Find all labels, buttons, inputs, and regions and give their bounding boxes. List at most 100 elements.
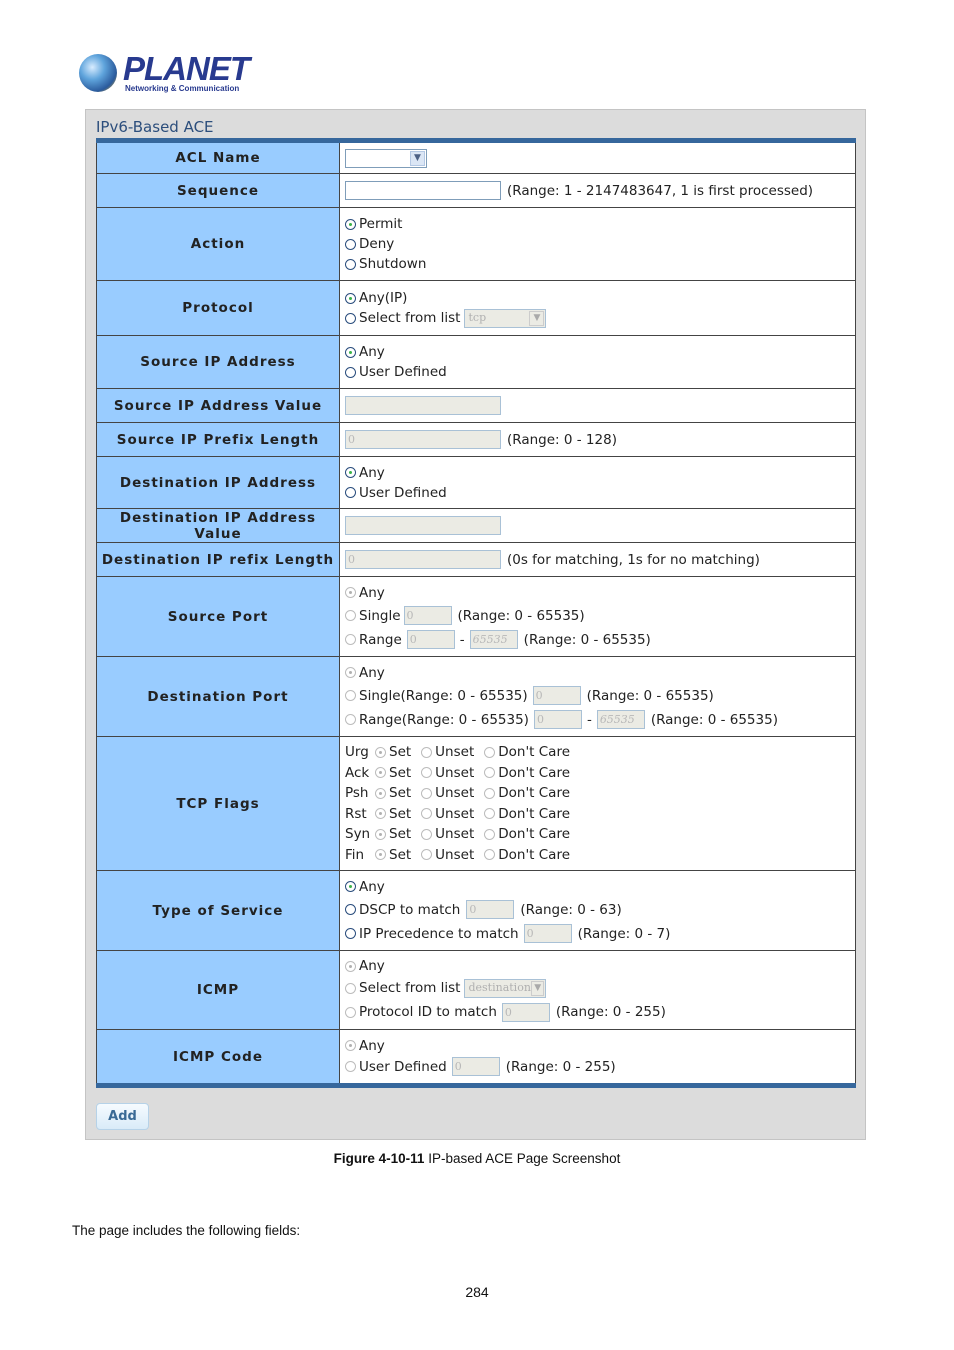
- option-label: Single(Range: 0 - 65535): [359, 687, 528, 704]
- tcp-flag-option-dont-care[interactable]: Don't Care: [484, 763, 570, 783]
- label-destination-ip-address-value: Destination IP Address Value: [96, 508, 340, 543]
- tcp-flag-option-set[interactable]: Set: [375, 804, 411, 824]
- icmp-protocol-note: (Range: 0 - 255): [555, 1004, 666, 1020]
- option-label: Any: [359, 344, 385, 360]
- tcp-flag-option-unset[interactable]: Unset: [421, 824, 474, 844]
- tcp-flag-option-unset[interactable]: Unset: [421, 742, 474, 762]
- radio-deny[interactable]: [345, 238, 356, 250]
- radio-src-ip-user[interactable]: [345, 366, 356, 378]
- add-button[interactable]: Add: [96, 1103, 149, 1130]
- tcp-flag-option-dont-care[interactable]: Don't Care: [484, 742, 570, 762]
- acl-name-select[interactable]: ▼: [345, 148, 427, 168]
- tcp-flag-option-dont-care[interactable]: Don't Care: [484, 824, 570, 844]
- radio-ack-unset[interactable]: [421, 767, 433, 779]
- option-label: DSCP to match: [359, 901, 461, 918]
- radio-ack-set[interactable]: [375, 767, 386, 779]
- action-option-permit[interactable]: Permit: [345, 214, 855, 234]
- radio-src-port-range[interactable]: [345, 634, 356, 645]
- dst-port-range-from-input[interactable]: 0: [533, 710, 582, 729]
- radio-src-ip-any[interactable]: [345, 346, 356, 358]
- radio-urg-set[interactable]: [375, 746, 386, 758]
- tcp-flag-option-unset[interactable]: Unset: [421, 804, 474, 824]
- destination-ip-value-input[interactable]: [345, 516, 501, 535]
- tcp-flag-option-unset[interactable]: Unset: [421, 763, 474, 783]
- radio-src-port-single[interactable]: [345, 610, 356, 621]
- precedence-input[interactable]: 0: [523, 924, 572, 943]
- tcp-flag-option-set[interactable]: Set: [375, 845, 411, 865]
- radio-rst-dont-care[interactable]: [484, 808, 496, 820]
- tcp-flag-option-dont-care[interactable]: Don't Care: [484, 783, 570, 803]
- radio-dst-ip-user[interactable]: [345, 487, 356, 498]
- dst-port-single-note: (Range: 0 - 65535): [586, 687, 714, 704]
- radio-ack-dont-care[interactable]: [484, 767, 496, 779]
- label-source-ip-address-value: Source IP Address Value: [96, 388, 340, 423]
- tcp-flag-option-set[interactable]: Set: [375, 783, 411, 803]
- radio-psh-dont-care[interactable]: [484, 787, 496, 799]
- source-ip-prefix-input[interactable]: 0: [345, 430, 501, 449]
- radio-icmp-list[interactable]: [345, 982, 356, 994]
- tcp-flag-option-unset[interactable]: Unset: [421, 783, 474, 803]
- protocol-select[interactable]: tcp ▼: [464, 308, 547, 328]
- icmp-type-select[interactable]: destination ▼: [464, 978, 547, 998]
- radio-src-port-any[interactable]: [345, 587, 356, 598]
- destination-ip-prefix-note: (0s for matching, 1s for no matching): [507, 551, 760, 568]
- tcp-flag-option-set[interactable]: Set: [375, 824, 411, 844]
- radio-icmp-code-user[interactable]: [345, 1061, 356, 1072]
- src-port-single-input[interactable]: 0: [403, 606, 452, 625]
- action-option-shutdown[interactable]: Shutdown: [345, 254, 855, 274]
- radio-urg-dont-care[interactable]: [484, 746, 496, 758]
- radio-dst-port-single[interactable]: [345, 690, 356, 701]
- action-option-deny[interactable]: Deny: [345, 234, 855, 254]
- radio-tos-any[interactable]: [345, 881, 356, 892]
- radio-syn-dont-care[interactable]: [484, 828, 496, 840]
- tcp-flag-row-urg: Urg Set Unset Don't Care: [345, 742, 855, 763]
- radio-rst-unset[interactable]: [421, 808, 433, 820]
- radio-fin-set[interactable]: [375, 849, 386, 861]
- row-destination-ip-address-value: Destination IP Address Value: [96, 508, 856, 543]
- src-port-range-from-input[interactable]: 0: [406, 630, 455, 649]
- radio-syn-set[interactable]: [375, 828, 386, 840]
- radio-syn-unset[interactable]: [421, 828, 433, 840]
- icmp-protocol-id-input[interactable]: 0: [501, 1002, 550, 1022]
- tcp-flag-option-set[interactable]: Set: [375, 742, 411, 762]
- precedence-note: (Range: 0 - 7): [577, 925, 671, 942]
- option-label: Select from list: [359, 310, 461, 326]
- option-label: Set: [389, 744, 412, 761]
- tcp-flag-option-set[interactable]: Set: [375, 763, 411, 783]
- radio-protocol-any[interactable]: [345, 292, 356, 304]
- row-action: Action Permit Deny Shutdown: [96, 207, 856, 281]
- radio-icmp-protocol-id[interactable]: [345, 1006, 356, 1018]
- radio-dst-port-range[interactable]: [345, 714, 356, 725]
- radio-icmp-any[interactable]: [345, 960, 356, 972]
- radio-rst-set[interactable]: [375, 808, 386, 820]
- radio-fin-unset[interactable]: [421, 849, 433, 861]
- label-protocol: Protocol: [96, 280, 340, 336]
- radio-dst-port-any[interactable]: [345, 667, 356, 678]
- sequence-input[interactable]: [345, 181, 501, 200]
- tcp-flag-option-dont-care[interactable]: Don't Care: [484, 804, 570, 824]
- radio-dst-ip-any[interactable]: [345, 467, 356, 478]
- radio-shutdown[interactable]: [345, 258, 356, 270]
- radio-psh-set[interactable]: [375, 787, 386, 799]
- dst-port-single-input[interactable]: 0: [532, 686, 581, 705]
- label-icmp-code: ICMP Code: [96, 1029, 340, 1086]
- radio-icmp-code-any[interactable]: [345, 1040, 356, 1051]
- dst-port-range-to-input[interactable]: 65535: [596, 710, 645, 729]
- src-port-range-to-input[interactable]: 65535: [469, 630, 518, 649]
- radio-tos-dscp[interactable]: [345, 904, 356, 915]
- tcp-flag-option-unset[interactable]: Unset: [421, 845, 474, 865]
- source-ip-value-input[interactable]: [345, 396, 501, 415]
- radio-psh-unset[interactable]: [421, 787, 433, 799]
- tcp-flag-option-dont-care[interactable]: Don't Care: [484, 845, 570, 865]
- dscp-input[interactable]: 0: [466, 900, 515, 919]
- destination-ip-prefix-input[interactable]: 0: [345, 550, 501, 569]
- chevron-down-icon: ▼: [529, 310, 545, 326]
- radio-protocol-list[interactable]: [345, 312, 356, 324]
- radio-permit[interactable]: [345, 218, 356, 230]
- icmp-code-input[interactable]: 0: [451, 1057, 500, 1076]
- label-source-ip-prefix-length: Source IP Prefix Length: [96, 422, 340, 457]
- radio-urg-unset[interactable]: [421, 746, 433, 758]
- radio-fin-dont-care[interactable]: [484, 849, 496, 861]
- option-label: User Defined: [359, 1058, 447, 1075]
- radio-tos-precedence[interactable]: [345, 928, 356, 939]
